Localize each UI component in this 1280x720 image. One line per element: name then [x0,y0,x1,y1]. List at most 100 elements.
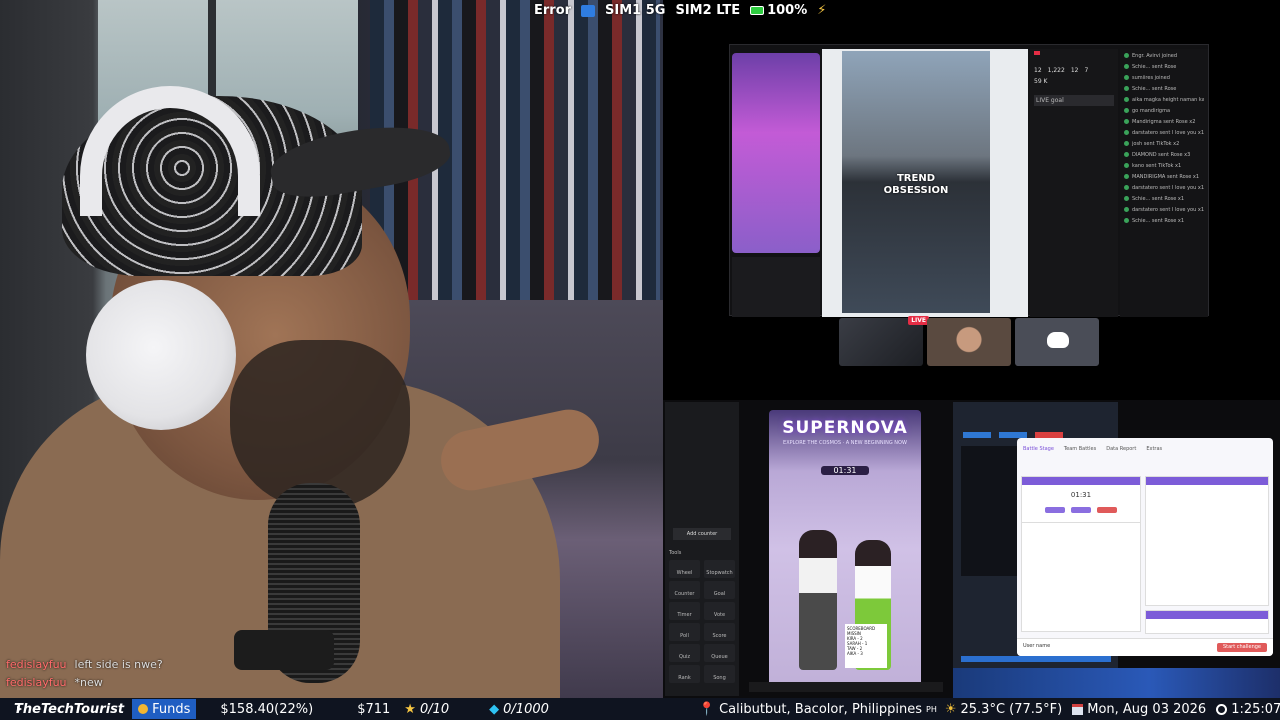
tool-item[interactable]: Quiz [669,644,700,662]
feed-item: Mandirigma sent Rose x2 [1124,119,1204,130]
tool-item[interactable]: Queue [704,644,735,662]
shared-screen-bottom: Add counter Tools Wheel Stopwatch Counte… [663,400,1280,700]
battery-icon [750,6,765,15]
feed-item: Schie... sent Rose [1124,64,1204,75]
chat-message: fedislayfuu *new [6,673,163,691]
tools-sidebar: Add counter Tools Wheel Stopwatch Counte… [665,402,739,696]
event-title: SUPERNOVA [782,418,908,438]
scene-list [961,446,1021,576]
team-list [1021,522,1141,632]
tab-extras[interactable]: Extras [1146,446,1162,452]
chat-text: left side is nwe? [74,657,163,671]
chat-text: *new [74,675,103,689]
activity-feed: Engr. Avirvi joined Schie... sent Rose s… [1120,49,1208,317]
calendar-icon [1072,703,1084,715]
tool-item[interactable]: Timer [669,602,700,620]
location: 📍 Calibutbut, Bacolor, Philippines PH [698,701,937,717]
tool-item[interactable]: Wheel [669,560,700,578]
weather: ☀ 25.3°C (77.5°F) [944,701,1063,717]
followers-count: 59 K [1034,78,1048,85]
battle-settings-dialog: Battle Stage Team Battles Data Report Ex… [1017,438,1273,656]
feed-item: aika magka height naman kayo diba hahaa [1124,97,1204,108]
sim1-label: SIM1 5G [605,3,666,18]
feed-item: go mandirigma [1124,108,1204,119]
tool-item[interactable]: Vote [704,602,735,620]
stream-ticker-bar: TheTechTourist Funds $158.40(22%) $711 ★… [0,698,1280,720]
tool-item[interactable]: Stopwatch [704,560,735,578]
dialog-tabs: Battle Stage Team Battles Data Report Ex… [1017,438,1273,456]
live-badge: LIVE [908,316,929,325]
chat-overlay: fedislayfuu left side is nwe? fedislayfu… [6,655,163,691]
feed-item: darstatero sent I love you x1 [1124,130,1204,141]
battery-status: 100% [750,3,807,18]
feed-item: darstatero sent I love you x1 [1124,207,1204,218]
add-counter-button[interactable]: Add counter [673,528,731,540]
shared-screen-top: TREND OBSESSION 12 1,222 12 7 59 K LIVE … [663,30,1280,400]
option-chip[interactable] [1045,507,1066,513]
microphone-arm [234,630,334,670]
sim2-label: SIM2 LTE [675,3,741,18]
tab-team-battles[interactable]: Team Battles [1064,446,1096,452]
player-controls[interactable] [749,682,943,692]
scoreboard: SCOREBOARD MISSIN KIRA - 2 SARAH - 1 TAW… [845,624,887,668]
feed-item: Engr. Avirvi joined [1124,53,1204,64]
sun-icon: ☀ [944,701,957,717]
countdown-timer: 01:31 [821,466,869,475]
user-name-label: User name [1023,643,1051,649]
live-goal: LIVE goal [1034,95,1114,106]
feed-item: DIAMOND sent Rose x3 [1124,152,1204,163]
tab-data-report[interactable]: Data Report [1106,446,1136,452]
feed-item: josh sent TikTok x2 [1124,141,1204,152]
clock: 1:25:07 PM [1216,702,1280,717]
chat-username: fedislayfuu [6,657,67,671]
gems-counter: ◆ 0/1000 [489,701,549,717]
tool-item[interactable]: Rank [669,665,700,683]
headphone-earcup [86,280,236,430]
channel-name: TheTechTourist [14,701,125,717]
discord-thumbnail[interactable] [1015,318,1099,366]
monitor-capture: TREND OBSESSION 12 1,222 12 7 59 K LIVE … [729,44,1209,317]
discord-icon [1047,332,1069,348]
live-indicator [1034,51,1040,55]
tab-battle-stage[interactable]: Battle Stage [1023,446,1054,452]
funds-badge: Funds [132,699,197,719]
video-caption: TREND OBSESSION [883,173,949,196]
tool-item[interactable]: Song [704,665,735,683]
feed-item: Schie... sent Rose x1 [1124,218,1204,229]
control-button[interactable] [963,432,991,438]
phone-stream-preview: SUPERNOVA EXPLORE THE COSMOS · A NEW BEG… [769,410,921,688]
option-chip[interactable] [1096,507,1117,513]
stars-counter: ★ 0/10 [404,701,450,717]
live-stats-panel: 12 1,222 12 7 59 K LIVE goal [1030,49,1118,317]
error-label: Error [534,3,572,18]
camera-thumbnail[interactable] [927,318,1011,366]
screen-thumbnail[interactable]: LIVE [839,316,929,366]
tool-item[interactable]: Goal [704,581,735,599]
dialog-timer: 01:31 [1070,491,1092,499]
location-pin-icon: 📍 [698,701,716,717]
webcam-feed [0,0,663,700]
tool-item[interactable]: Score [704,623,735,641]
feed-item: Schie... sent Rose x1 [1124,196,1204,207]
tool-item[interactable]: Poll [669,623,700,641]
wifi-icon [581,4,596,17]
audio-mixer-bar[interactable] [961,656,1111,662]
viewer-list [732,257,820,317]
charging-icon: ⚡ [817,3,827,18]
date: Mon, Aug 03 2026 [1072,702,1206,717]
participant-thumbnails: LIVE [839,316,1099,366]
chat-message: fedislayfuu left side is nwe? [6,655,163,673]
option-chip[interactable] [1071,507,1091,513]
phone-preview[interactable] [732,53,820,253]
stats-row: 12 1,222 12 7 [1034,67,1089,74]
event-subtitle: EXPLORE THE COSMOS · A NEW BEGINNING NOW [783,440,907,446]
data-panel [1145,476,1269,606]
start-challenge-button[interactable]: Start challenge [1216,643,1267,652]
clock-icon [1216,703,1228,715]
tool-item[interactable]: Counter [669,581,700,599]
tools-grid: Wheel Stopwatch Counter Goal Timer Vote … [669,560,735,683]
dancer-left [799,530,837,670]
feed-item: Schie... sent Rose [1124,86,1204,97]
gem-icon: ◆ [489,701,500,717]
feed-item: MANDIRIGMA sent Rose x1 [1124,174,1204,185]
